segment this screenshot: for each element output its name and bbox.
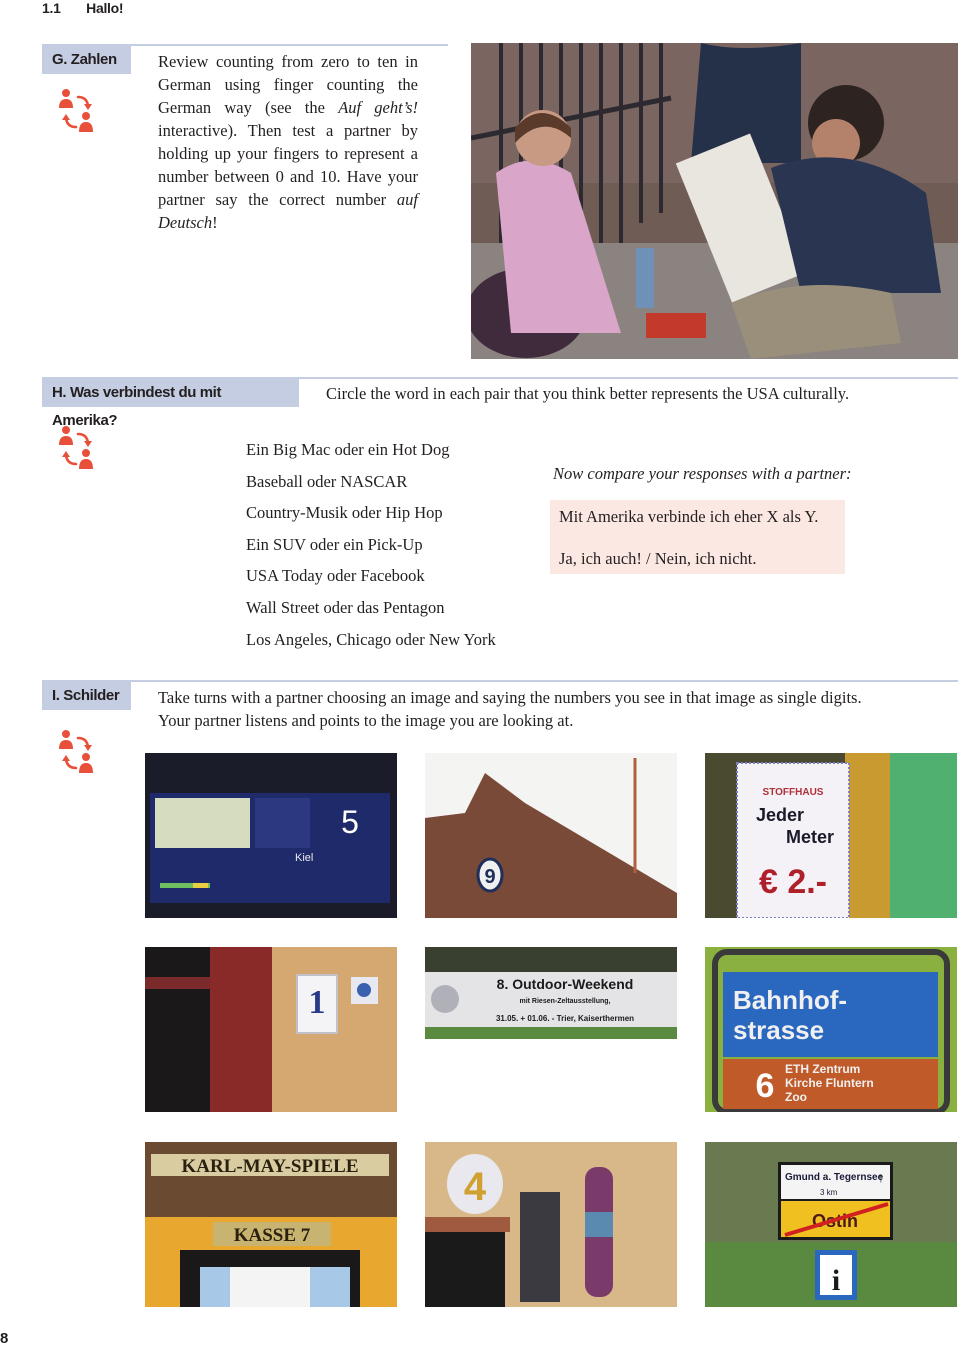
word-pair-list: Ein Big Mac oder ein Hot Dog Baseball od… [246, 434, 536, 655]
svg-text:Kirche Fluntern: Kirche Fluntern [785, 1076, 874, 1090]
svg-text:Bahnhof-: Bahnhof- [733, 985, 847, 1015]
train-departure-board-photo: 5 Kiel [145, 753, 397, 918]
word-pair-item: Ein SUV oder ein Pick-Up [246, 534, 423, 554]
compare-response: Ja, ich auch! / Nein, ich nicht. [559, 549, 757, 568]
svg-text:mit Riesen-Zeltausstellung,: mit Riesen-Zeltausstellung, [519, 998, 610, 1005]
word-pair-item: Ein Big Mac oder ein Hot Dog [246, 440, 450, 459]
svg-text:Jeder: Jeder [756, 805, 804, 825]
chapter-title: Hallo! [86, 0, 124, 16]
chapter-number: 1.1 [42, 0, 61, 16]
word-pair-item: Wall Street oder das Pentagon [246, 597, 445, 617]
word-pair-item: Los Angeles, Chicago oder New York [246, 629, 496, 649]
compare-phrase: Mit Amerika verbinde ich eher X als Y. [559, 507, 819, 526]
svg-text:4: 4 [464, 1165, 487, 1209]
destination-text: Kiel [295, 852, 313, 864]
section-g-text: Review counting from zero to ten in Germ… [158, 52, 418, 232]
partner-exchange-icon [59, 89, 93, 132]
partner-exchange-icon [59, 426, 93, 469]
svg-text:31.05. + 01.06. - Trier, Kaise: 31.05. + 01.06. - Trier, Kaiserthermen [496, 1014, 634, 1023]
house-number-plaque-photo: 1 [145, 947, 397, 1112]
compare-phrase-box: Mit Amerika verbinde ich eher X als Y. J… [550, 500, 845, 574]
svg-text:Gmund a. Tegernsee: Gmund a. Tegernsee [785, 1172, 884, 1183]
section-g-label: G. Zahlen [42, 46, 131, 74]
svg-text:strasse: strasse [733, 1015, 824, 1045]
town-exit-sign-photo: Gmund a. Tegernsee 3 km ↑ Ostin i [705, 1142, 957, 1307]
compare-prompt: Now compare your responses with a partne… [553, 464, 852, 483]
svg-text:STOFFHAUS: STOFFHAUS [763, 787, 824, 798]
svg-text:KARL-MAY-SPIELE: KARL-MAY-SPIELE [181, 1156, 358, 1177]
outdoor-weekend-banner-photo: 8. Outdoor-Weekend mit Riesen-Zeltausste… [425, 947, 677, 1039]
hundertwasser-house-photo: 4 [425, 1142, 677, 1307]
arrow-up-icon: ↑ [878, 1169, 885, 1185]
svg-text:Zoo: Zoo [785, 1090, 807, 1104]
brick-gable-photo: 9 [425, 753, 677, 918]
svg-text:ETH Zentrum: ETH Zentrum [785, 1062, 860, 1076]
word-pair-item: Country-Musik oder Hip Hop [246, 503, 443, 523]
info-icon: i [832, 1264, 840, 1297]
interactive-title: Auf geht’s! [338, 98, 418, 117]
street-artist-photo [471, 43, 958, 359]
tram-stop-sign-photo: Bahnhof- strasse 6 ETH Zentrum Kirche Fl… [705, 947, 957, 1112]
partner-exchange-icon [59, 730, 93, 773]
section-i-label: I. Schilder [42, 682, 131, 710]
svg-text:Meter: Meter [786, 827, 834, 847]
svg-text:KASSE 7: KASSE 7 [234, 1225, 311, 1246]
svg-text:6: 6 [756, 1067, 775, 1105]
word-pair-item: Baseball oder NASCAR [246, 471, 408, 491]
platform-number: 5 [341, 804, 359, 840]
ticket-booth-sign-photo: KARL-MAY-SPIELE KASSE 7 [145, 1142, 397, 1307]
section-h-instruction: Circle the word in each pair that you th… [326, 384, 850, 403]
svg-text:1: 1 [309, 984, 326, 1021]
page-number: 8 [0, 1330, 9, 1347]
svg-text:€ 2.-: € 2.- [759, 863, 827, 901]
section-h-label: H. Was verbindest du mit Amerika? [42, 379, 299, 429]
fabric-price-sign-photo: STOFFHAUS Jeder Meter € 2.- [705, 753, 957, 918]
svg-text:8. Outdoor-Weekend: 8. Outdoor-Weekend [497, 976, 634, 992]
section-i-rule [42, 680, 958, 682]
building-number: 9 [484, 866, 495, 888]
running-head: 1.1 Hallo! [42, 0, 124, 16]
section-i-instruction: Take turns with a partner choosing an im… [158, 688, 862, 730]
word-pair-item: USA Today oder Facebook [246, 566, 425, 586]
svg-text:3 km: 3 km [820, 1188, 838, 1197]
